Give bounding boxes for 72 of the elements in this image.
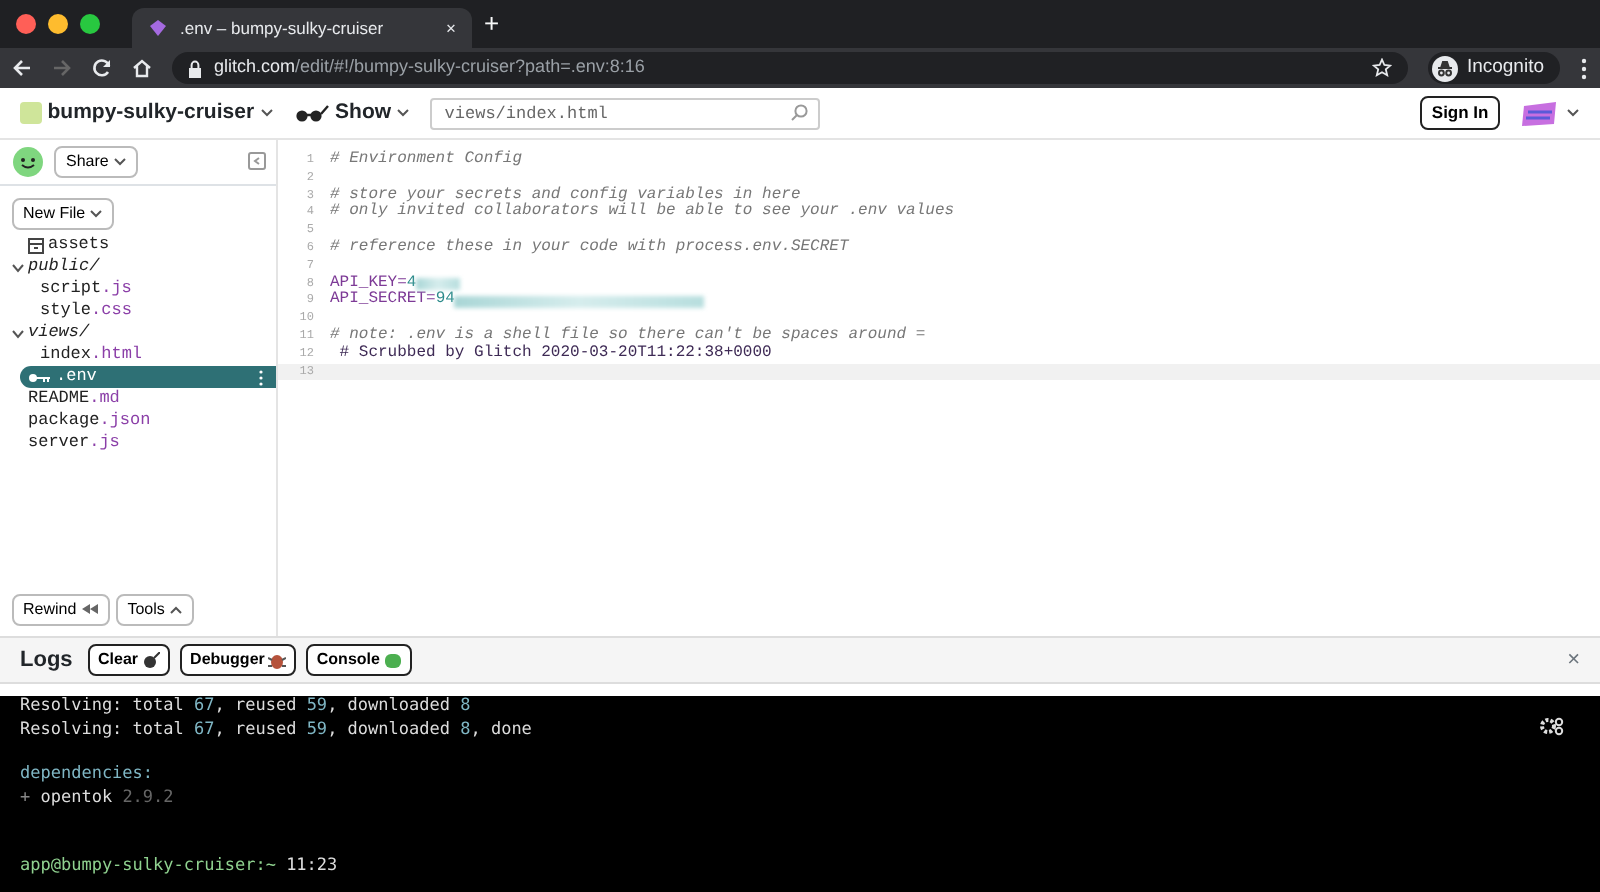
console-icon [383,651,402,669]
glasses-icon [293,104,330,122]
terminal-line: Resolving: total 67, reused 59, downloaded 8 [20,696,471,719]
file-item[interactable]: script.js [0,278,276,301]
profile-label: Incognito [1466,53,1544,82]
code-comment: # only invited collaborators will be able to see your .env values [330,204,955,223]
file-item[interactable]: style.css [0,300,276,323]
sign-in-button[interactable]: Sign In [1419,96,1501,130]
incognito-icon [1432,55,1459,81]
back-icon[interactable] [12,58,32,78]
terminal-line: + opentok 2.9.2 [20,787,174,810]
code-comment: # store your secrets and config variables in here [330,187,801,204]
star-icon[interactable] [1372,58,1393,78]
file-item[interactable]: README.md [0,388,276,411]
code-comment: # note: .env is a shell file so there can't be spaces around = [330,327,926,344]
browser-tab[interactable]: .env – bumpy-sulky-cruiser × [132,8,472,48]
home-icon[interactable] [132,58,152,78]
chevron-icon [12,327,24,340]
log-button[interactable]: Clear [88,644,171,676]
logs-title: Logs [20,645,73,676]
chevron-icon [12,261,24,274]
log-button[interactable]: Debugger [180,644,297,676]
reload-icon[interactable] [92,58,112,78]
caret-icon [114,157,127,166]
file-item[interactable]: index.html [0,344,276,367]
share-button[interactable]: Share [54,145,139,178]
terminal-time: 11:23 [286,856,338,876]
rewind-button[interactable]: Rewind [11,593,110,625]
tab-close-button[interactable]: × [446,15,456,41]
new-tab-button[interactable]: + [484,3,500,43]
code-comment: # Scrubbed by Glitch 2020-03-20T11:22:38+0000 [337,345,772,364]
caret-icon[interactable] [1566,108,1580,118]
file-item[interactable]: views/ [0,322,276,345]
caret-icon [90,209,103,218]
project-avatar-icon [20,102,42,124]
file-item[interactable]: public/ [0,256,276,279]
project-name[interactable]: bumpy-sulky-cruiser [47,97,255,129]
glitch-logo-icon [148,18,168,38]
collapse-sidebar-icon[interactable] [247,152,265,171]
rewind-icon [81,604,98,615]
smiley-avatar-icon [11,145,43,178]
terminal-line: dependencies: [20,764,154,787]
show-menu[interactable]: Show [335,97,392,129]
new-file-button[interactable]: New File [11,198,115,230]
terminal-prompt: app@bumpy-sulky-cruiser:~ [20,856,276,876]
file-item[interactable]: .env [20,366,276,389]
lock-icon [188,59,202,77]
terminal-line: Resolving: total 67, reused 59, downloaded 8, done [20,719,532,742]
file-options-icon[interactable] [258,369,264,386]
code-comment: # reference these in your code with process.env.SECRET [330,239,849,258]
file-item[interactable]: package.json [0,410,276,433]
caret-icon[interactable] [259,108,274,118]
assets-icon [28,237,44,254]
key-icon [28,371,52,384]
code-line: API_SECRET=94 [330,292,455,311]
search-field[interactable]: views/index.html [430,98,821,130]
search-icon [790,104,809,122]
code-line: API_KEY=4 [330,275,417,292]
broom-icon [142,651,161,669]
user-avatar-icon[interactable] [1520,99,1561,127]
menu-icon[interactable] [1580,57,1588,79]
caret-icon[interactable] [396,108,411,118]
caret-up-icon [170,605,183,614]
code-comment: # Environment Config [330,152,523,170]
file-item[interactable]: assets [0,234,276,257]
bug-icon [268,651,287,669]
tools-button[interactable]: Tools [115,593,195,625]
file-item[interactable]: server.js [0,432,276,455]
log-button[interactable]: Console [306,644,412,676]
redacted-value [416,277,461,290]
close-logs-button[interactable]: × [1567,643,1580,677]
settings-icon[interactable] [1540,716,1564,736]
